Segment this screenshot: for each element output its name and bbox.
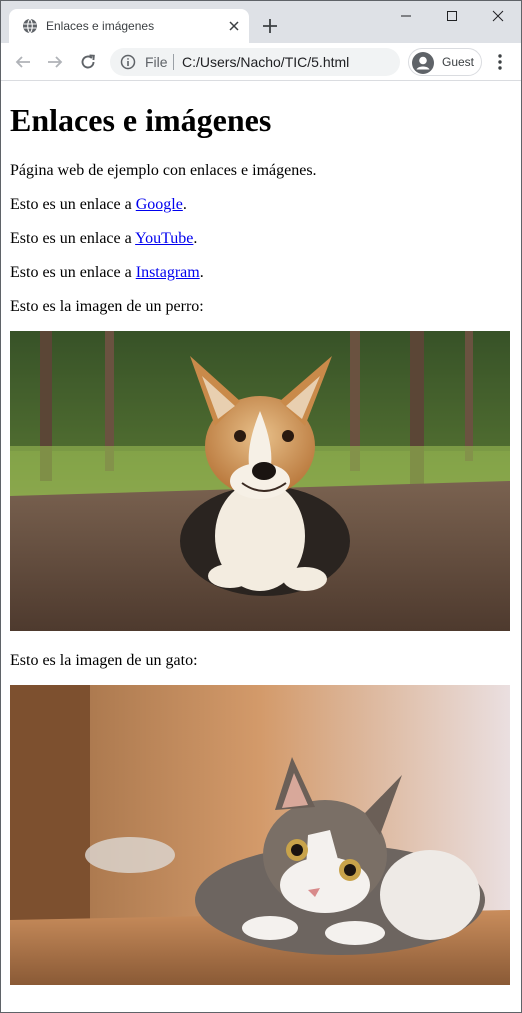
browser-toolbar: File C:/Users/Nacho/TIC/5.html Guest — [1, 43, 521, 81]
close-window-icon[interactable] — [475, 1, 521, 31]
instagram-link[interactable]: Instagram — [136, 264, 200, 281]
link-paragraph-instagram: Esto es un enlace a Instagram. — [10, 264, 204, 282]
page-heading: Enlaces e imágenes — [10, 102, 272, 138]
profile-label: Guest — [442, 55, 475, 69]
link-suffix: . — [199, 264, 204, 281]
youtube-link[interactable]: YouTube — [135, 230, 193, 247]
link-prefix: Esto es un enlace a — [10, 230, 136, 247]
dog-image — [10, 331, 510, 631]
tab-active[interactable]: Enlaces e imágenes — [9, 9, 249, 43]
url-scheme-label: File — [145, 54, 168, 70]
avatar-icon — [412, 52, 434, 74]
menu-dots-icon[interactable] — [489, 51, 511, 73]
info-icon[interactable] — [120, 54, 136, 70]
tab-title: Enlaces e imágenes — [46, 19, 155, 33]
link-paragraph-youtube: Esto es un enlace a YouTube. — [10, 230, 197, 248]
url-text[interactable]: C:/Users/Nacho/TIC/5.html — [182, 54, 349, 70]
cat-image — [10, 685, 510, 985]
link-prefix: Esto es un enlace a — [10, 196, 136, 213]
link-prefix: Esto es un enlace a — [10, 264, 136, 281]
link-suffix: . — [182, 196, 187, 213]
forward-arrow-icon[interactable] — [44, 51, 66, 73]
close-tab-icon[interactable] — [225, 17, 243, 35]
profile-button[interactable]: Guest — [408, 48, 482, 76]
cat-caption: Esto es la imagen de un gato: — [10, 652, 198, 669]
globe-icon — [22, 18, 38, 34]
back-arrow-icon[interactable] — [12, 51, 34, 73]
address-divider — [173, 54, 174, 70]
address-bar[interactable]: File C:/Users/Nacho/TIC/5.html — [110, 48, 400, 76]
intro-paragraph: Página web de ejemplo con enlaces e imág… — [10, 162, 317, 179]
new-tab-button[interactable] — [259, 15, 281, 37]
maximize-icon[interactable] — [429, 1, 475, 31]
link-paragraph-google: Esto es un enlace a Google. — [10, 196, 187, 214]
google-link[interactable]: Google — [136, 196, 183, 213]
page-content: Enlaces e imágenes Página web de ejemplo… — [1, 82, 521, 1012]
tab-strip: Enlaces e imágenes — [1, 1, 521, 43]
reload-icon[interactable] — [77, 51, 99, 73]
link-suffix: . — [193, 230, 198, 247]
minimize-icon[interactable] — [383, 1, 429, 31]
dog-caption: Esto es la imagen de un perro: — [10, 298, 204, 315]
browser-window: Enlaces e imágenes File C:/Users/Nacho/T… — [0, 0, 522, 1013]
